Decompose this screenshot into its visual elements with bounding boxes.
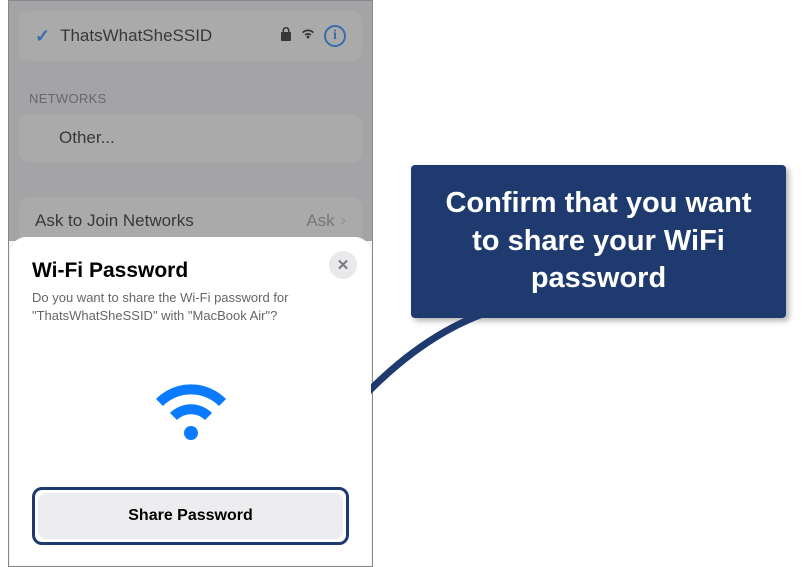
share-password-button[interactable]: Share Password [38,493,343,539]
sheet-title: Wi-Fi Password [32,259,349,283]
annotation-callout: Confirm that you want to share your WiFi… [411,165,786,318]
share-password-sheet: ✕ Wi-Fi Password Do you want to share th… [10,237,371,565]
phone-screen: ✓ ThatsWhatSheSSID i NETWORKS Other... A… [8,0,373,567]
wifi-large-icon [32,325,349,487]
close-icon: ✕ [337,256,350,274]
dim-overlay [9,1,372,241]
share-button-highlight: Share Password [32,487,349,545]
sheet-subtitle: Do you want to share the Wi-Fi password … [32,289,349,325]
close-button[interactable]: ✕ [329,251,357,279]
